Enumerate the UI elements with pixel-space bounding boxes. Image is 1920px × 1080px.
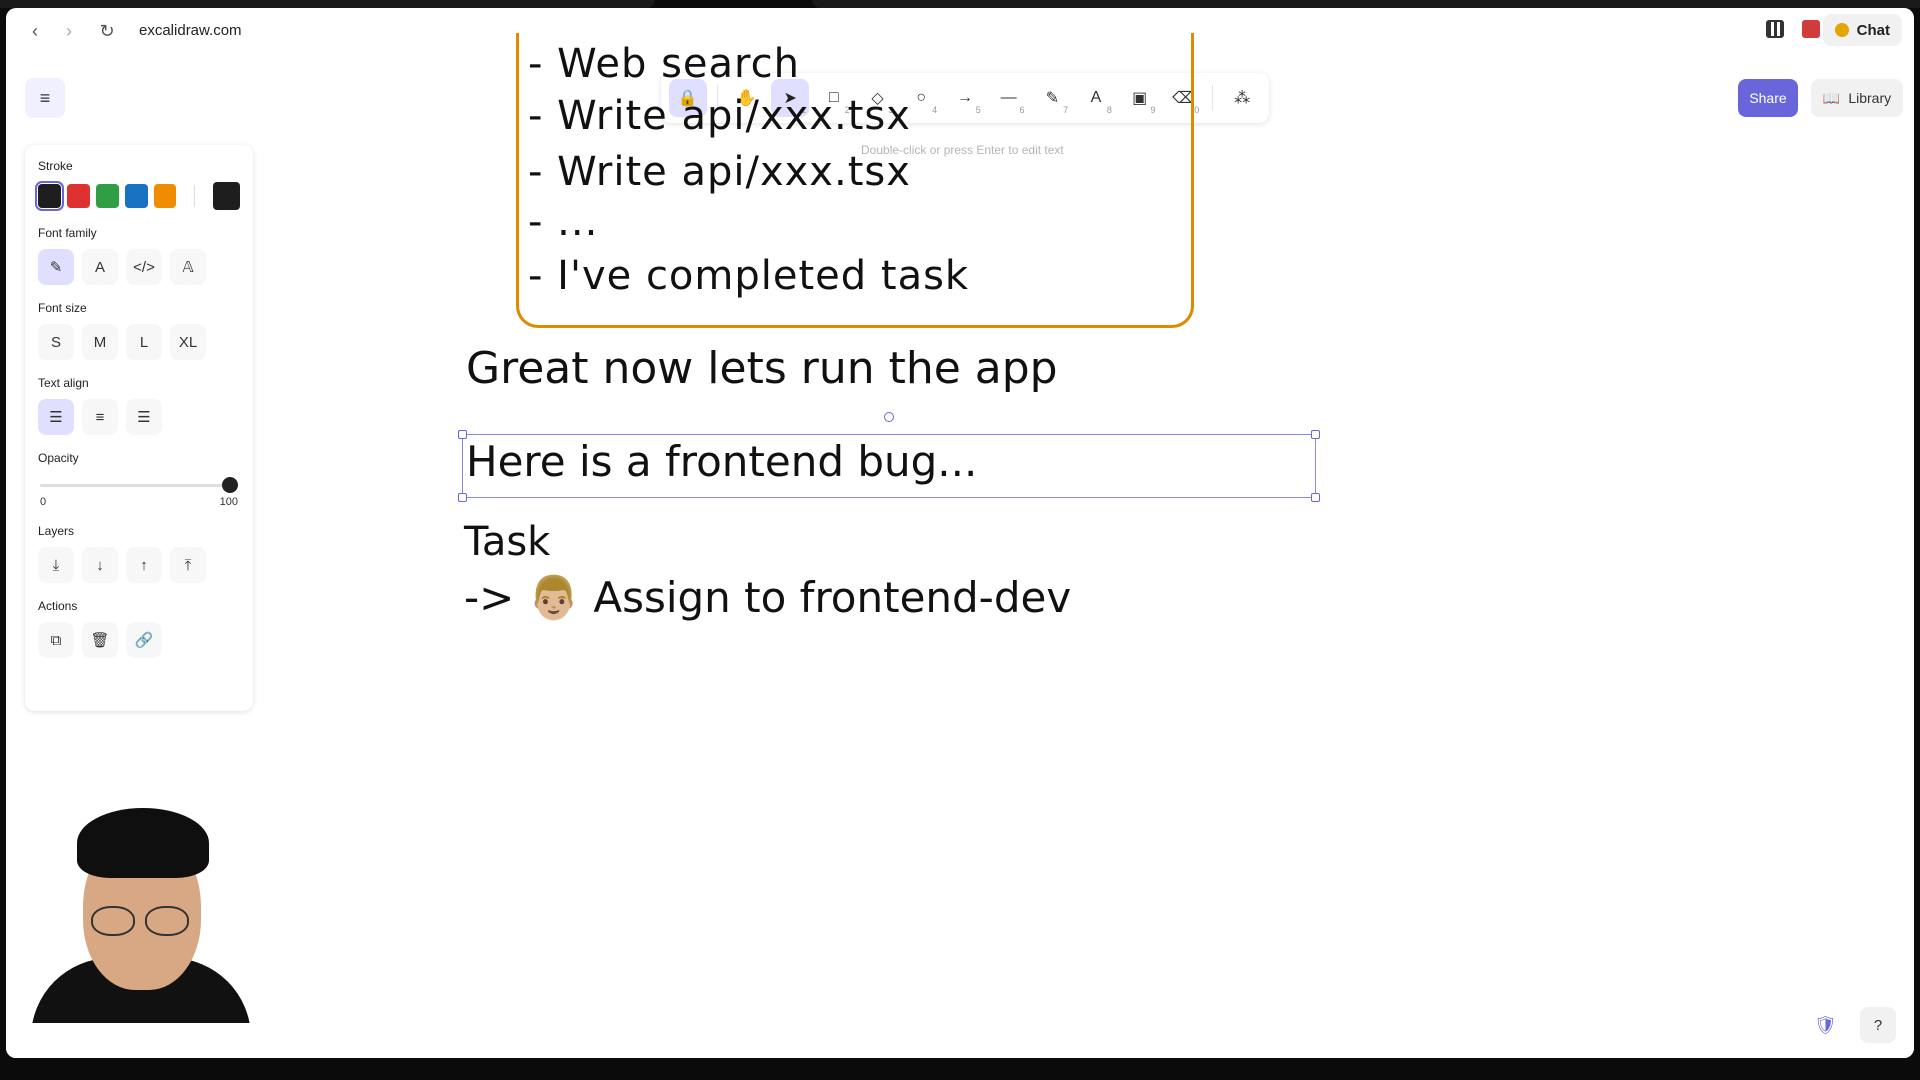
stroke-color-swatch[interactable]: [35, 181, 64, 211]
help-icon: ?: [1873, 1016, 1883, 1034]
help-button[interactable]: ?: [1860, 1007, 1896, 1043]
opacity-slider[interactable]: [38, 474, 240, 496]
align-right-icon: ☰: [137, 409, 151, 426]
link-button[interactable]: 🔗: [126, 622, 162, 658]
properties-panel: Stroke Font family ✎ A </> 𝔸 Font size S…: [25, 145, 253, 711]
stroke-color-swatch[interactable]: [153, 184, 177, 208]
font-size-l-button[interactable]: L: [126, 324, 162, 360]
opacity-max: 100: [219, 496, 238, 508]
browser-window: ‹ › ↻ excalidraw.com Chat ≡ 🔒 ✋ ➤ 1 □ 2 ◇ 3 ○ 4 → 5…: [6, 8, 1914, 1058]
share-button[interactable]: Share: [1738, 79, 1798, 117]
send-to-back-button[interactable]: ⤓: [38, 547, 74, 583]
arrow-up-icon: ↑: [140, 556, 148, 574]
opacity-label: Opacity: [38, 451, 79, 465]
red-extension-icon[interactable]: [1802, 20, 1820, 38]
canvas-heading-text[interactable]: Great now lets run the app: [466, 343, 1058, 394]
task-title-text[interactable]: Task: [464, 519, 550, 565]
resize-handle-ne[interactable]: [1311, 430, 1320, 439]
selected-text-element[interactable]: Here is a frontend bug...: [466, 437, 977, 486]
card-line-2: - Write api/xxx.tsx: [528, 93, 911, 139]
trash-icon: 🗑: [90, 632, 110, 649]
link-icon: 🔗: [134, 632, 154, 649]
webcam-hair: [77, 808, 209, 878]
send-backward-button[interactable]: ↓: [82, 547, 118, 583]
hamburger-icon: ≡: [39, 87, 51, 108]
font-code-button[interactable]: </>: [126, 249, 162, 285]
stroke-color-swatch[interactable]: [95, 184, 119, 208]
bring-to-front-icon: ⤒: [184, 556, 192, 574]
toolbar-separator: [1212, 85, 1214, 111]
swatch-separator: [194, 185, 196, 207]
actions-label: Actions: [38, 599, 78, 613]
font-more-icon: 𝔸: [182, 259, 194, 276]
shield-icon[interactable]: 🛡: [1814, 1015, 1837, 1037]
card-line-1: - Web search: [528, 41, 800, 87]
align-left-button[interactable]: ☰: [38, 399, 74, 435]
card-line-3: - Write api/xxx.tsx: [528, 149, 911, 195]
extension-icons: [1766, 20, 1820, 38]
card-line-5: - I've completed task: [528, 253, 970, 299]
align-center-icon: ≡: [95, 408, 105, 426]
align-right-button[interactable]: ☰: [126, 399, 162, 435]
current-stroke-color[interactable]: [213, 182, 241, 210]
duplicate-button[interactable]: ⧉: [38, 622, 74, 658]
resize-handle-se[interactable]: [1311, 493, 1320, 502]
font-family-label: Font family: [38, 226, 97, 240]
align-center-button[interactable]: ≡: [82, 399, 118, 435]
taskbar-strip: [0, 1058, 1920, 1080]
delete-button[interactable]: 🗑: [82, 622, 118, 658]
tool-shortcut-key: 0: [1194, 105, 1200, 115]
layers-label: Layers: [38, 524, 75, 538]
resize-handle-sw[interactable]: [458, 493, 467, 502]
align-left-icon: ☰: [49, 409, 63, 426]
send-to-back-icon: ⤓: [52, 556, 60, 574]
main-menu-button[interactable]: ≡: [25, 78, 65, 118]
chat-label: Chat: [1856, 21, 1890, 39]
stroke-swatches: [35, 181, 241, 211]
back-icon[interactable]: ‹: [20, 16, 50, 46]
font-hand-drawn-button[interactable]: ✎: [38, 249, 74, 285]
shapes-icon: ⁂: [1234, 90, 1251, 107]
webcam-glasses: [91, 906, 191, 936]
book-icon: 📖: [1822, 89, 1841, 106]
font-size-xl-button[interactable]: XL: [170, 324, 206, 360]
webcam-overlay: [21, 788, 261, 1023]
opacity-track: [40, 484, 230, 487]
opacity-min: 0: [40, 496, 47, 508]
code-icon: </>: [133, 258, 155, 276]
stroke-color-swatch[interactable]: [124, 184, 148, 208]
arrow-down-icon: ↓: [96, 556, 104, 574]
font-size-label: Font size: [38, 301, 87, 315]
font-more-button[interactable]: 𝔸: [170, 249, 206, 285]
stroke-label: Stroke: [38, 159, 73, 173]
chat-button[interactable]: Chat: [1822, 14, 1902, 46]
chat-icon: [1834, 23, 1849, 37]
excalidraw-canvas[interactable]: ≡ 🔒 ✋ ➤ 1 □ 2 ◇ 3 ○ 4 → 5—6 ✎ 7 A 8 ▣ 9 ⌫ 0 ⁂ Double-click o…: [6, 33, 1914, 1058]
bring-forward-button[interactable]: ↑: [126, 547, 162, 583]
font-a-icon: A: [94, 258, 105, 276]
text-align-label: Text align: [38, 376, 89, 390]
library-button[interactable]: 📖 Library: [1811, 79, 1903, 117]
library-label: Library: [1848, 90, 1892, 106]
task-assign-text[interactable]: -> 👨🏼 Assign to frontend-dev: [464, 573, 1071, 623]
qr-extension-icon[interactable]: [1766, 20, 1784, 38]
font-normal-button[interactable]: A: [82, 249, 118, 285]
window-tab-right: [812, 0, 1920, 8]
window-tab-left: [0, 0, 655, 8]
tool-extra-button[interactable]: ⁂: [1223, 79, 1261, 117]
copy-icon: ⧉: [50, 631, 62, 649]
font-size-m-button[interactable]: M: [82, 324, 118, 360]
reload-icon[interactable]: ↻: [92, 16, 122, 46]
forward-icon[interactable]: ›: [54, 16, 84, 46]
url-bar[interactable]: excalidraw.com: [139, 22, 242, 39]
rotation-handle[interactable]: [884, 412, 894, 422]
stroke-color-swatch[interactable]: [66, 184, 90, 208]
font-size-s-button[interactable]: S: [38, 324, 74, 360]
opacity-thumb[interactable]: [222, 477, 238, 493]
pencil-icon: ✎: [49, 259, 63, 276]
card-line-4: - ...: [528, 199, 599, 245]
bring-to-front-button[interactable]: ⤒: [170, 547, 206, 583]
